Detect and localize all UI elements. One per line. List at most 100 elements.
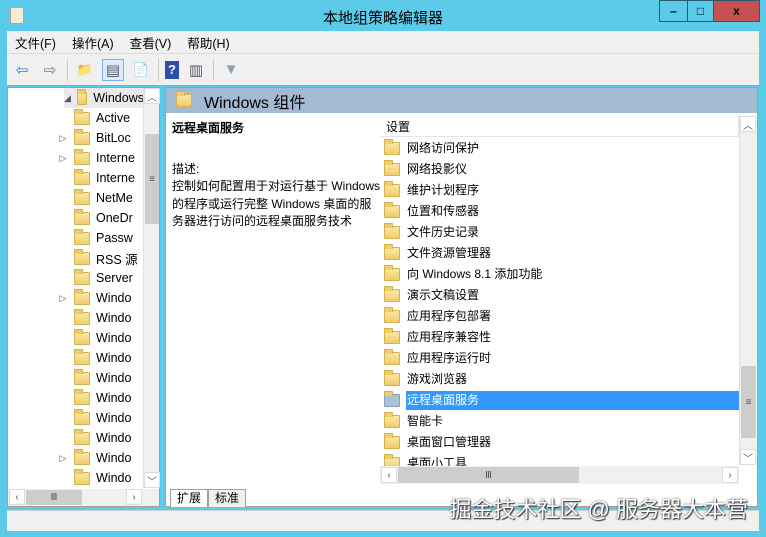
tree-item[interactable]: Windo [74,328,131,348]
scroll-right-button[interactable]: › [126,489,142,505]
tree-item[interactable]: OneDr [74,208,133,228]
tree-item[interactable]: Windo [74,468,131,488]
view-tabs: 扩展 标准 [166,487,247,507]
scroll-thumb[interactable]: ≡ [145,134,159,224]
console-tree: ◢ Windows Active ▷ BitLoc ▷ Interne Interne Ne… [7,87,160,507]
folder-icon [384,202,400,218]
scroll-right-button[interactable]: › [722,467,738,483]
watermark: 掘金技术社区 @ 服务器大本营 [449,497,748,522]
folder-icon [74,328,90,345]
toolbar: ⇦ ⇨ 📁 ▤ 📄 ? ▥ ▼ [7,54,759,86]
list-item[interactable]: 远程桌面服务 [381,390,739,411]
folder-icon [74,208,90,225]
folder-icon [384,391,400,407]
folder-icon [384,370,400,386]
scroll-left-button[interactable]: ‹ [9,489,25,505]
list-item[interactable]: 应用程序兼容性 [381,327,739,348]
minimize-button[interactable]: – [659,0,688,22]
list-item[interactable]: 文件资源管理器 [381,243,739,264]
folder-icon [74,268,90,285]
tab-standard[interactable]: 标准 [208,489,247,507]
list-item[interactable]: 网络投影仪 [381,159,739,180]
column-header-setting[interactable]: 设置 [381,116,739,137]
toolbar-separator [67,58,68,81]
list-item[interactable]: 游戏浏览器 [381,369,739,390]
close-button[interactable]: x [713,0,760,22]
scroll-left-button[interactable]: ‹ [381,467,397,483]
show-action-pane-icon[interactable]: ▥ [185,59,207,81]
tree-item[interactable]: ▷ Windo [60,288,131,308]
help-icon[interactable]: ? [165,60,179,79]
list-item[interactable]: 桌面窗口管理器 [381,432,739,453]
details-pane: Windows 组件 远程桌面服务 描述: 控制如何配置用于对运行基于 Wind… [165,87,758,507]
folder-icon [384,244,400,260]
collapse-icon[interactable]: ◢ [64,93,71,104]
expand-icon[interactable]: ▷ [58,293,68,304]
tree-vertical-scrollbar[interactable]: ︿ ≡ ﹀ [143,88,160,488]
menu-action[interactable]: 操作(A) [64,33,122,52]
filter-icon[interactable]: ▼ [220,59,242,81]
list-item[interactable]: 应用程序运行时 [381,348,739,369]
list-item[interactable]: 演示文稿设置 [381,285,739,306]
list-vertical-scrollbar[interactable]: ︿ ≡ ﹀ [739,116,756,465]
tree-horizontal-scrollbar[interactable]: ‹ Ⅲ › [8,489,159,506]
maximize-button[interactable]: □ [687,0,714,22]
tab-extended[interactable]: 扩展 [170,489,209,507]
menu-view[interactable]: 查看(V) [122,33,180,52]
folder-icon [76,88,88,105]
expand-icon[interactable]: ▷ [58,153,68,164]
list-item[interactable]: 维护计划程序 [381,180,739,201]
scroll-thumb[interactable]: ≡ [741,366,756,438]
menu-help[interactable]: 帮助(H) [179,33,237,52]
tree-item[interactable]: ▷ BitLoc [60,128,131,148]
selected-title: 远程桌面服务 [172,121,245,135]
folder-icon [74,468,90,485]
tree-item[interactable]: Windo [74,348,131,368]
scroll-down-button[interactable]: ﹀ [144,472,160,488]
tree-item[interactable]: ▷ Windo [60,448,131,468]
list-item[interactable]: 智能卡 [381,411,739,432]
list-horizontal-scrollbar[interactable]: ‹ Ⅲ › [380,466,739,484]
tree-item[interactable]: Windo [74,388,131,408]
up-folder-icon[interactable]: 📁 [74,59,96,81]
tree-item[interactable]: RSS 源 [74,248,138,268]
tree-item-windows-components[interactable]: ◢ Windows [64,88,144,108]
expand-icon[interactable]: ▷ [58,133,68,144]
tree-item[interactable]: Active [74,108,130,128]
folder-icon [384,349,400,365]
tree-item[interactable]: ▷ Interne [60,148,135,168]
list-item[interactable]: 位置和传感器 [381,201,739,222]
show-hide-console-tree-icon[interactable]: ▤ [102,58,124,81]
folder-icon [74,288,90,305]
tree-item[interactable]: Interne [74,168,135,188]
folder-icon [74,108,90,125]
list-item[interactable]: 文件历史记录 [381,222,739,243]
tree-item[interactable]: Windo [74,428,131,448]
folder-icon [74,168,90,185]
menu-file[interactable]: 文件(F) [7,33,64,52]
scroll-up-button[interactable]: ︿ [144,88,160,104]
tree-item[interactable]: NetMe [74,188,133,208]
tree-item[interactable]: Server [74,268,133,288]
window-title: 本地组策略编辑器 [322,10,443,27]
scroll-up-button[interactable]: ︿ [740,116,756,132]
list-item[interactable]: 向 Windows 8.1 添加功能 [381,264,739,285]
list-item[interactable]: 应用程序包部署 [381,306,739,327]
expand-icon[interactable]: ▷ [58,453,68,464]
export-list-icon[interactable]: 📄 [130,59,152,81]
list-item[interactable]: 网络访问保护 [381,138,739,159]
tree-item[interactable]: Windo [74,308,131,328]
folder-icon [74,448,90,465]
scroll-thumb[interactable]: Ⅲ [26,490,82,505]
forward-arrow-icon[interactable]: ⇨ [39,59,61,81]
tree-item[interactable]: Windo [74,368,131,388]
description-panel: 远程桌面服务 描述: 控制如何配置用于对运行基于 Windows 的程序或运行完… [172,120,380,231]
folder-icon [384,181,400,197]
folder-icon [74,348,90,365]
scroll-thumb[interactable]: Ⅲ [398,467,579,483]
back-arrow-icon[interactable]: ⇦ [11,59,33,81]
tree-item[interactable]: Windo [74,408,131,428]
scroll-down-button[interactable]: ﹀ [740,449,756,465]
tree-item[interactable]: Passw [74,228,133,248]
folder-icon [74,148,90,165]
